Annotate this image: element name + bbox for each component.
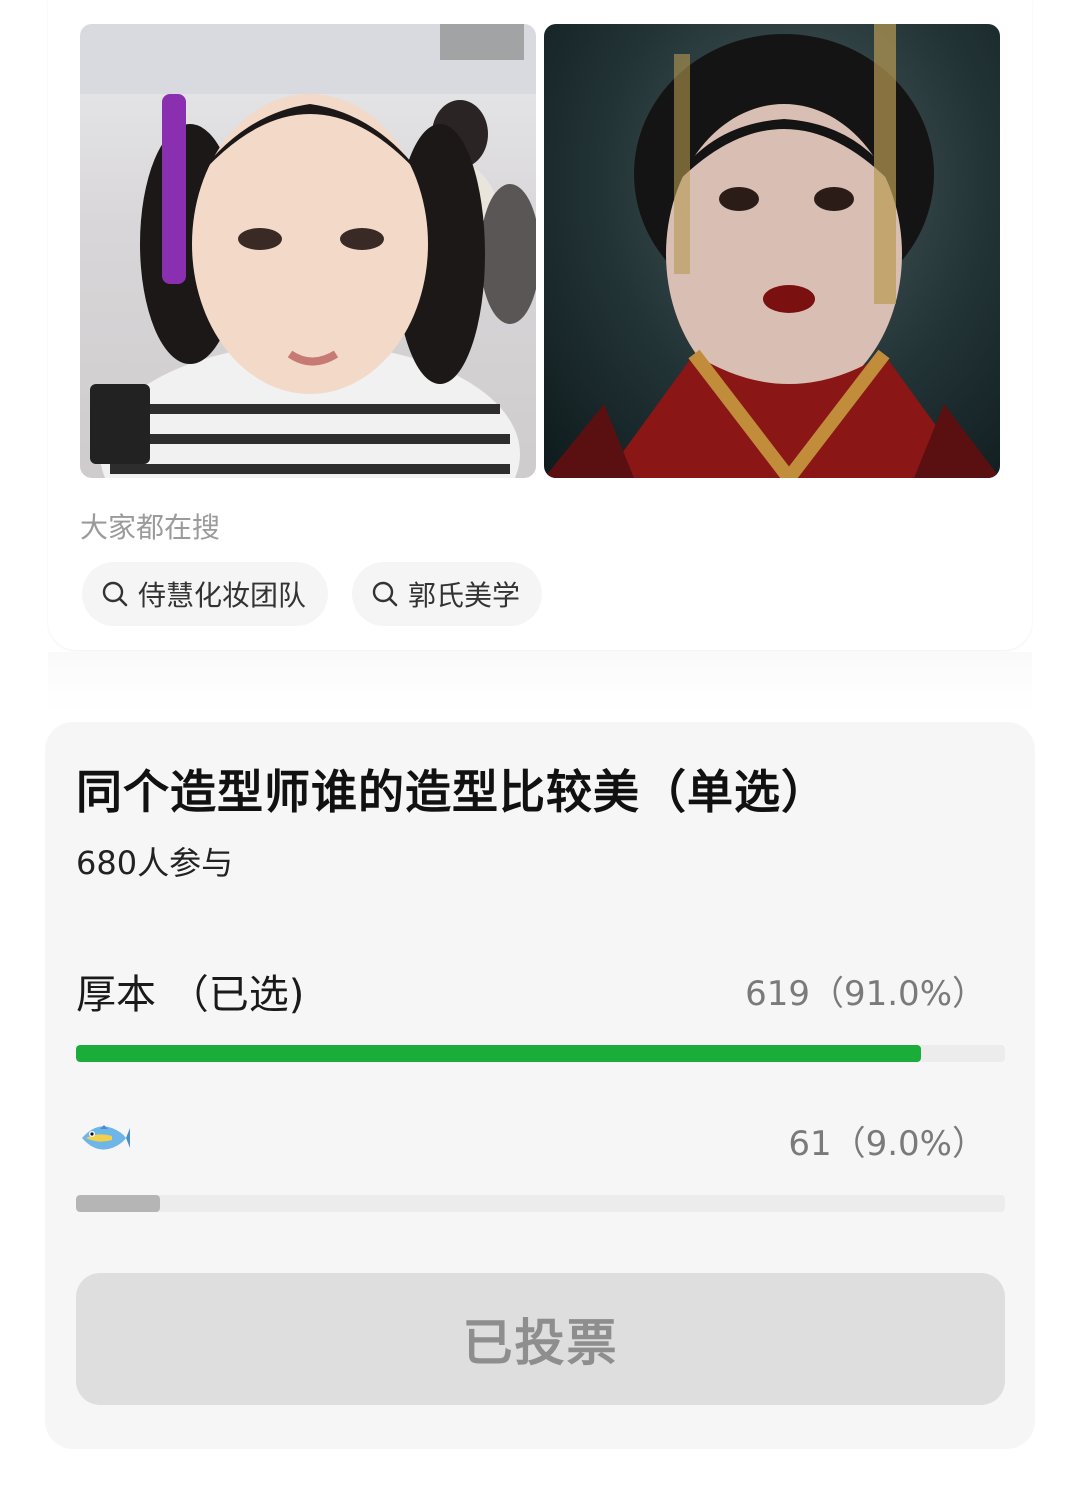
search-suggestion-chip[interactable]: 郭氏美学 (352, 562, 543, 626)
search-suggestion-chip[interactable]: 侍慧化妆团队 (82, 562, 329, 626)
poll-option-1-label[interactable]: 厚本 （已选) (76, 962, 304, 1020)
voted-button[interactable]: 已投票 (76, 1273, 1005, 1405)
poll-option-1-bar (76, 1045, 1005, 1062)
search-suggestion-label: 郭氏美学 (408, 579, 521, 612)
search-suggestions-caption: 大家都在搜 (80, 511, 221, 544)
poll-option-2-bar (76, 1195, 1005, 1212)
poll-option-1-count: 619（91.0%） (745, 974, 986, 1014)
selfie-illustration (80, 24, 536, 478)
poll-option-2-bar-fill (76, 1195, 160, 1212)
poll-option-1-bar-fill (76, 1045, 922, 1062)
poll-participant-count: 680人参与 (76, 844, 234, 882)
divider (48, 652, 1032, 712)
poll-title: 同个造型师谁的造型比较美（单选） (76, 765, 828, 819)
search-icon (372, 581, 398, 607)
post-image-left[interactable] (80, 24, 536, 478)
post-image-right[interactable] (544, 24, 1000, 478)
fish-icon[interactable] (78, 1118, 130, 1158)
poll-option-2-count: 61（9.0%） (788, 1124, 986, 1164)
search-suggestion-label: 侍慧化妆团队 (138, 579, 307, 612)
drama-still-illustration (544, 24, 1000, 478)
search-icon (102, 581, 128, 607)
